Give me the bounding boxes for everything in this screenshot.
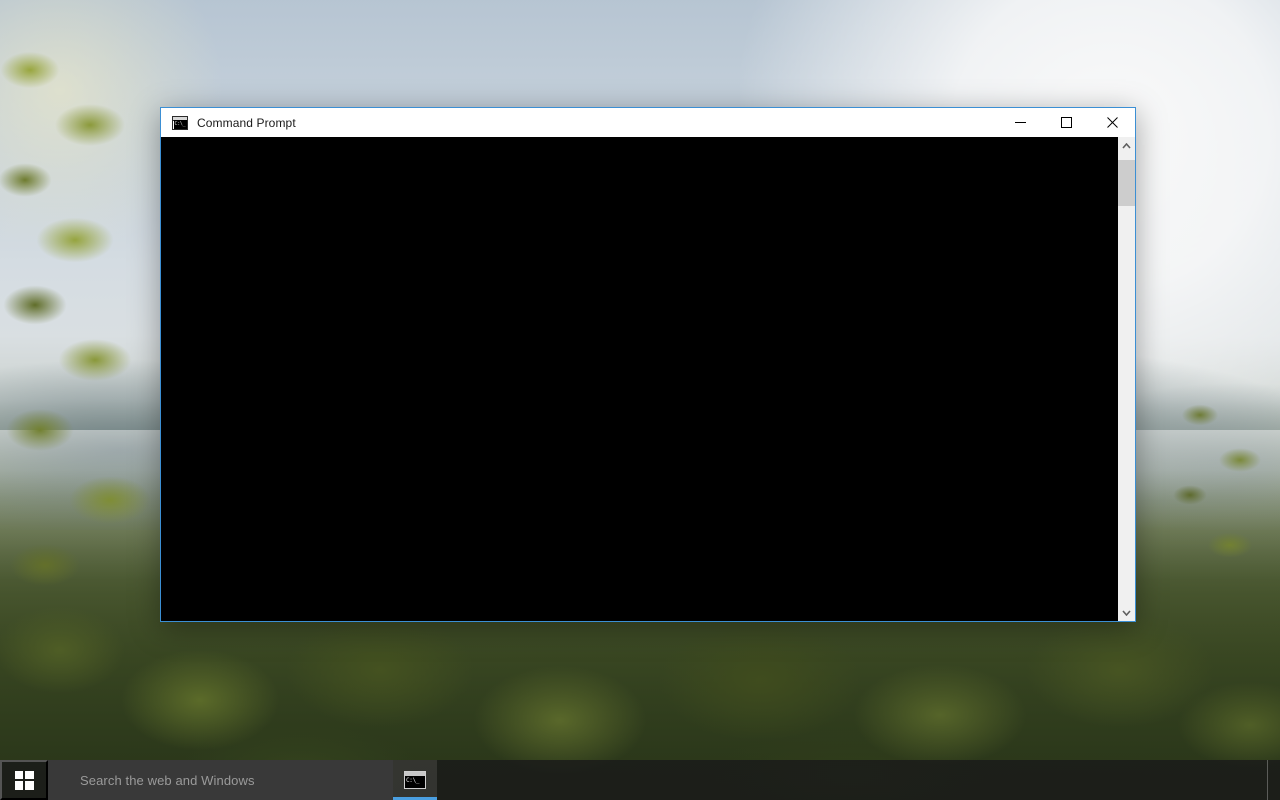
taskbar-item-command-prompt[interactable] (393, 760, 437, 800)
window-title: Command Prompt (197, 115, 296, 130)
show-desktop-button[interactable] (1267, 760, 1276, 800)
chevron-up-icon (1122, 142, 1131, 149)
taskbar: Search the web and Windows (0, 760, 1280, 800)
search-input[interactable]: Search the web and Windows (48, 760, 393, 800)
scrollbar-track[interactable] (1118, 154, 1135, 604)
chevron-down-icon (1122, 609, 1131, 616)
system-tray (1267, 760, 1280, 800)
taskbar-items (393, 760, 437, 800)
command-prompt-window[interactable]: Command Prompt (160, 107, 1136, 622)
window-titlebar[interactable]: Command Prompt (161, 108, 1135, 137)
console-icon (404, 771, 426, 789)
console-icon (172, 115, 188, 130)
maximize-icon (1060, 117, 1072, 128)
scrollbar-down-button[interactable] (1118, 604, 1135, 621)
scrollbar-thumb[interactable] (1118, 160, 1135, 206)
start-button[interactable] (0, 760, 48, 800)
search-placeholder: Search the web and Windows (80, 772, 255, 788)
window-controls (997, 108, 1135, 137)
maximize-button[interactable] (1043, 108, 1089, 137)
console-body[interactable] (161, 137, 1135, 621)
scrollbar-up-button[interactable] (1118, 137, 1135, 154)
minimize-icon (1014, 122, 1026, 123)
close-icon (1106, 117, 1118, 128)
console-output[interactable] (161, 137, 1117, 621)
windows-logo-icon (14, 770, 34, 790)
close-button[interactable] (1089, 108, 1135, 137)
console-scrollbar[interactable] (1117, 137, 1135, 621)
minimize-button[interactable] (997, 108, 1043, 137)
